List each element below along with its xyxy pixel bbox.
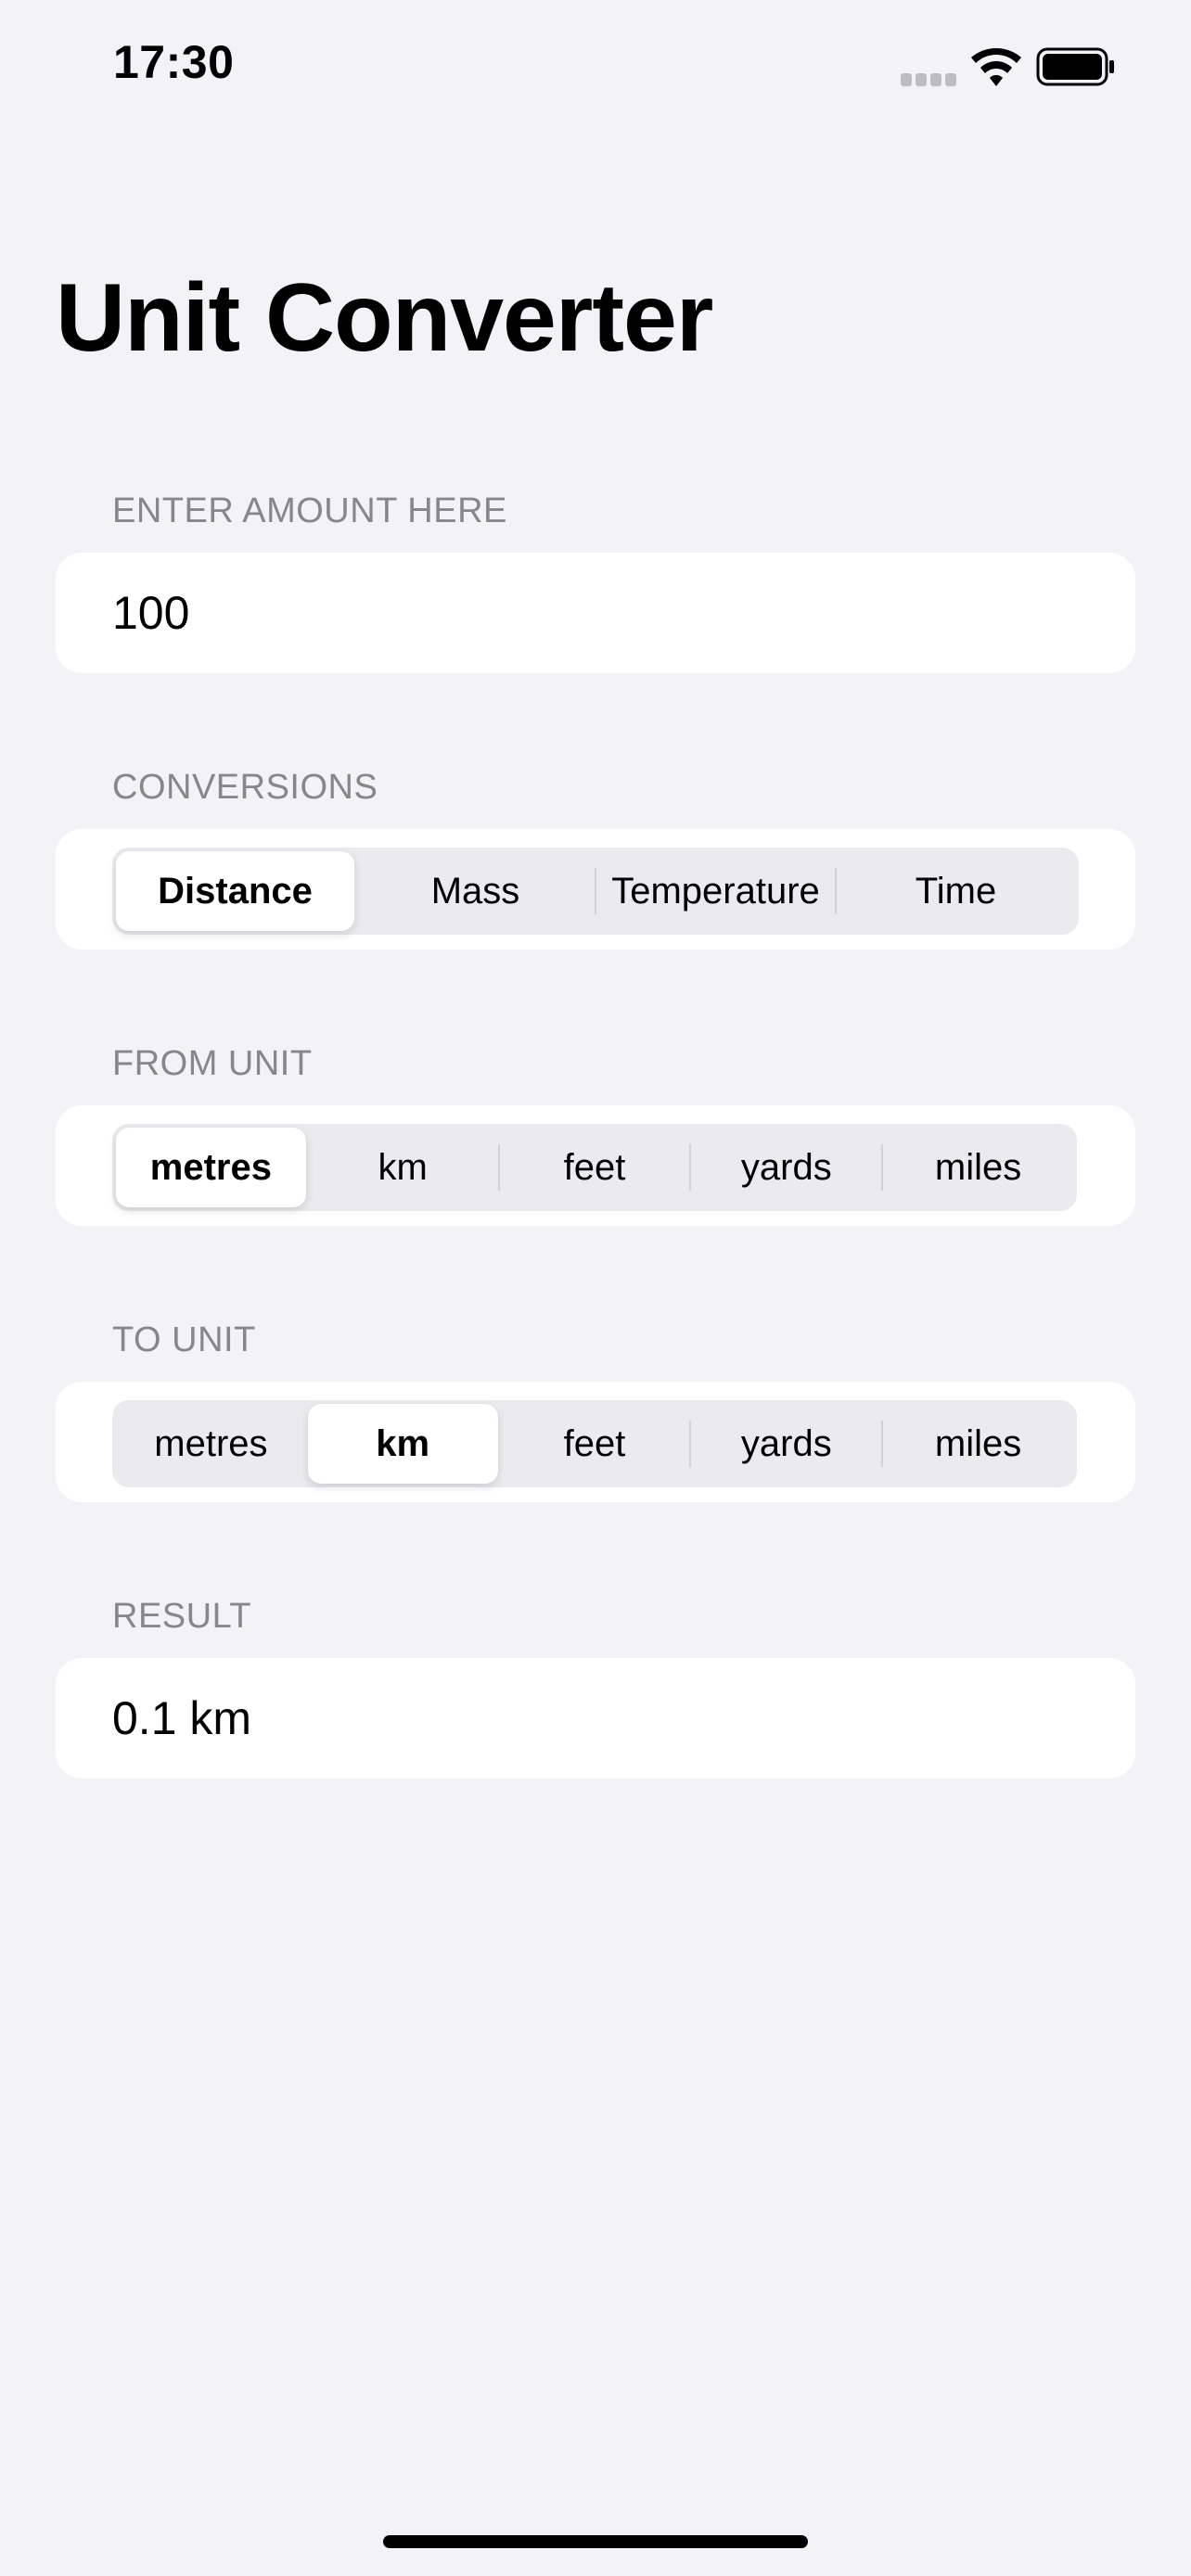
- from-unit-card: metres km feet yards miles: [56, 1105, 1135, 1226]
- segment-distance[interactable]: Distance: [116, 851, 354, 931]
- to-segment-metres[interactable]: metres: [116, 1404, 306, 1484]
- amount-input[interactable]: [112, 553, 1077, 673]
- page-title: Unit Converter: [56, 264, 713, 372]
- home-indicator[interactable]: [383, 2535, 808, 2548]
- status-bar: 17:30: [0, 0, 1191, 139]
- to-segment-miles[interactable]: miles: [883, 1404, 1073, 1484]
- from-unit-picker[interactable]: metres km feet yards miles: [112, 1124, 1077, 1211]
- segment-mass[interactable]: Mass: [356, 851, 595, 931]
- segment-temperature[interactable]: Temperature: [596, 851, 835, 931]
- from-segment-metres[interactable]: metres: [116, 1128, 306, 1207]
- to-unit-picker[interactable]: metres km feet yards miles: [112, 1400, 1077, 1487]
- amount-section-header: ENTER AMOUNT HERE: [112, 491, 507, 530]
- result-section-header: RESULT: [112, 1597, 252, 1636]
- from-segment-km[interactable]: km: [308, 1128, 498, 1207]
- from-segment-yards[interactable]: yards: [691, 1128, 881, 1207]
- to-segment-km[interactable]: km: [307, 1404, 498, 1484]
- from-unit-section-header: FROM UNIT: [112, 1044, 313, 1083]
- from-segment-feet[interactable]: feet: [500, 1128, 690, 1207]
- to-segment-feet[interactable]: feet: [500, 1404, 690, 1484]
- result-value: 0.1 km: [112, 1692, 252, 1744]
- amount-card: [56, 553, 1135, 673]
- status-time: 17:30: [113, 36, 235, 88]
- to-unit-card: metres km feet yards miles: [56, 1382, 1135, 1502]
- result-card: 0.1 km: [56, 1658, 1135, 1779]
- to-unit-section-header: TO UNIT: [112, 1320, 256, 1359]
- segment-time[interactable]: Time: [837, 851, 1075, 931]
- conversions-card: Distance Mass Temperature Time: [56, 829, 1135, 950]
- from-segment-miles[interactable]: miles: [883, 1128, 1073, 1207]
- to-segment-yards[interactable]: yards: [691, 1404, 881, 1484]
- conversion-type-picker[interactable]: Distance Mass Temperature Time: [112, 848, 1079, 935]
- conversions-section-header: CONVERSIONS: [112, 768, 378, 807]
- cellular-signal-icon: [901, 73, 958, 86]
- wifi-icon: [971, 48, 1021, 86]
- battery-icon: [1036, 47, 1114, 86]
